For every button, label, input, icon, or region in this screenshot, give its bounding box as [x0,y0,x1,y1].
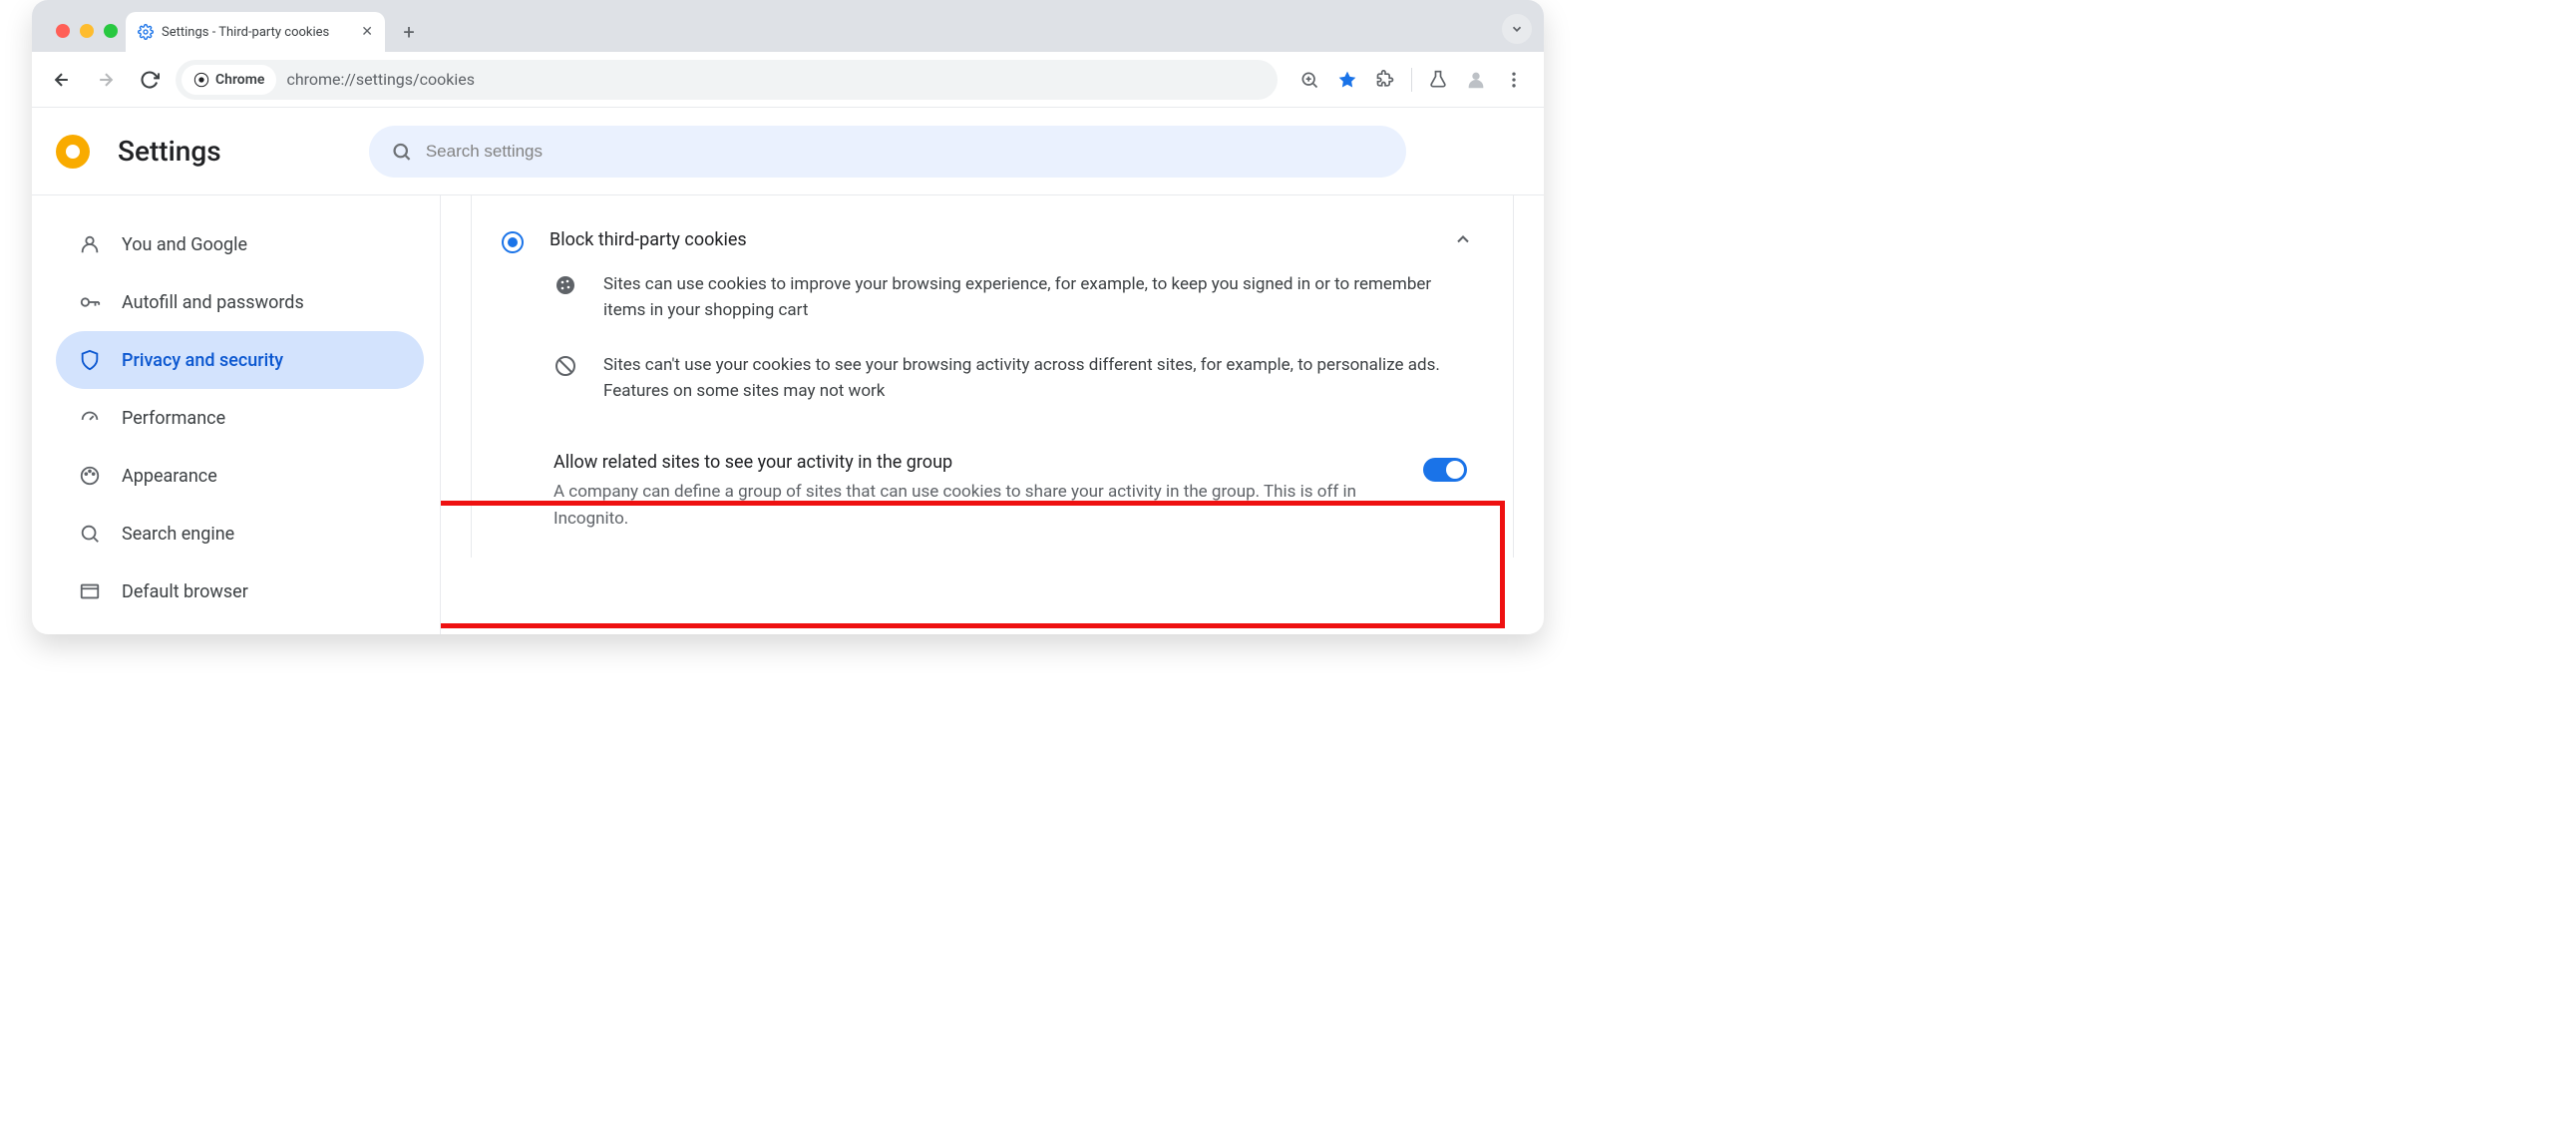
tab-title: Settings - Third-party cookies [162,25,329,40]
speedometer-icon [78,407,102,429]
shield-icon [78,349,102,371]
search-settings-input[interactable] [426,142,1384,162]
sidebar-item-privacy[interactable]: Privacy and security [56,331,424,389]
sidebar: You and Google Autofill and passwords Pr… [32,195,441,634]
sidebar-item-label: Appearance [122,466,217,487]
cookie-icon [553,273,579,324]
sidebar-item-default-browser[interactable]: Default browser [56,562,424,620]
search-settings[interactable] [369,126,1406,178]
profile-icon[interactable] [1458,62,1494,98]
menu-icon[interactable] [1496,62,1532,98]
sub-text: Sites can use cookies to improve your br… [603,271,1477,324]
key-icon [78,291,102,313]
allow-related-sites-row: Allow related sites to see your activity… [472,424,1513,558]
sidebar-item-you-and-google[interactable]: You and Google [56,215,424,273]
sidebar-item-label: Search engine [122,524,234,545]
sidebar-item-label: Default browser [122,581,248,602]
toolbar: Chrome chrome://settings/cookies [32,52,1544,108]
tabs-overflow-button[interactable] [1502,14,1532,44]
toggle-desc: A company can define a group of sites th… [553,479,1403,532]
block-third-party-row[interactable]: Block third-party cookies [472,219,1513,263]
sidebar-item-label: Performance [122,408,225,429]
tab-bar: Settings - Third-party cookies ✕ + [32,0,1544,52]
sub-allowed: Sites can use cookies to improve your br… [472,263,1513,344]
reload-button[interactable] [132,62,168,98]
new-tab-button[interactable]: + [393,16,425,48]
labs-icon[interactable] [1420,62,1456,98]
minimize-window-button[interactable] [80,24,94,38]
chrome-logo-icon [193,72,209,88]
maximize-window-button[interactable] [104,24,118,38]
toggle-title: Allow related sites to see your activity… [553,452,1403,473]
sidebar-item-label: Autofill and passwords [122,292,304,313]
gear-icon [138,24,154,40]
page-title: Settings [118,135,221,168]
settings-header: Settings [32,108,1544,195]
close-tab-icon[interactable]: ✕ [361,24,373,40]
close-window-button[interactable] [56,24,70,38]
block-icon [553,354,579,405]
sub-blocked: Sites can't use your cookies to see your… [472,344,1513,425]
sidebar-item-performance[interactable]: Performance [56,389,424,447]
browser-tab[interactable]: Settings - Third-party cookies ✕ [126,12,385,52]
person-icon [78,233,102,255]
toolbar-right [1291,62,1532,98]
body: You and Google Autofill and passwords Pr… [32,195,1544,634]
search-icon [78,523,102,545]
sub-text: Sites can't use your cookies to see your… [603,352,1477,405]
sidebar-item-label: You and Google [122,234,247,255]
palette-icon [78,465,102,487]
site-chip-label: Chrome [215,72,264,88]
window-controls [48,24,126,52]
bookmark-icon[interactable] [1329,62,1365,98]
window-icon [78,580,102,602]
allow-related-sites-toggle[interactable] [1423,458,1467,482]
back-button[interactable] [44,62,80,98]
sidebar-item-label: Privacy and security [122,350,283,371]
browser-window: Settings - Third-party cookies ✕ + Chrom… [32,0,1544,634]
forward-button[interactable] [88,62,124,98]
page-content: Settings You and Google Autofill [32,108,1544,634]
zoom-icon[interactable] [1291,62,1327,98]
site-chip[interactable]: Chrome [182,65,276,95]
address-bar[interactable]: Chrome chrome://settings/cookies [176,60,1278,100]
url-text: chrome://settings/cookies [286,70,475,89]
separator [1411,68,1412,92]
cookies-panel: Block third-party cookies Sites can use … [471,195,1514,558]
chrome-logo-icon [56,135,90,169]
chevron-up-icon[interactable] [1453,229,1473,249]
radio-selected-icon[interactable] [502,231,524,253]
sidebar-item-search-engine[interactable]: Search engine [56,505,424,562]
row-title: Block third-party cookies [550,229,747,250]
sidebar-item-autofill[interactable]: Autofill and passwords [56,273,424,331]
sidebar-item-appearance[interactable]: Appearance [56,447,424,505]
search-icon [391,141,412,163]
extensions-icon[interactable] [1367,62,1403,98]
main-panel: Block third-party cookies Sites can use … [441,195,1544,634]
